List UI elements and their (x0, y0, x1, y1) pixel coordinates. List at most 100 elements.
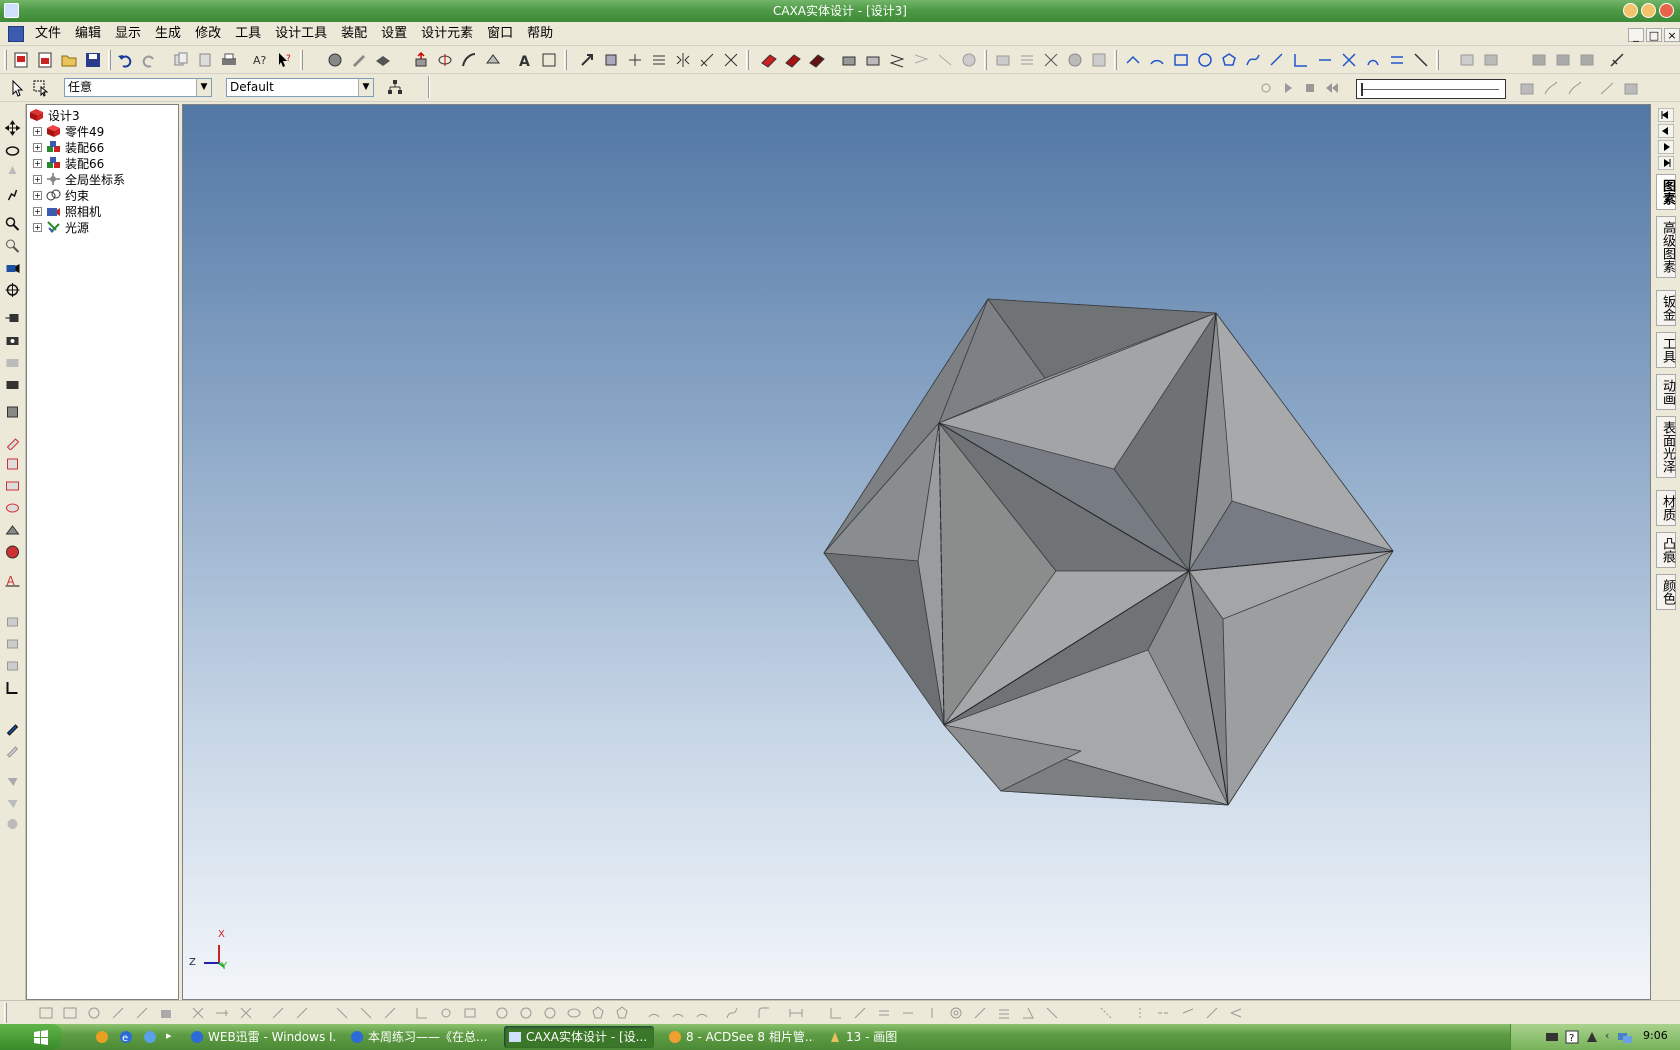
doc-close-button[interactable]: × (1664, 28, 1680, 42)
line-icon[interactable] (334, 1005, 350, 1021)
menu-edit[interactable]: 编辑 (68, 22, 108, 46)
snap-icon[interactable] (62, 1005, 78, 1021)
expand-icon[interactable]: + (33, 190, 42, 200)
tree-node-assembly[interactable]: + 装配66 (27, 139, 104, 155)
scroll-down-icon[interactable] (1658, 140, 1674, 154)
tab-sheet-metal[interactable]: 钣金 (1656, 290, 1676, 326)
split-icon[interactable] (864, 51, 882, 69)
tangent-2d-icon[interactable] (852, 1005, 868, 1021)
vertical-icon[interactable] (924, 1005, 940, 1021)
loft-icon[interactable] (484, 51, 502, 69)
divide-icon[interactable] (214, 1005, 230, 1021)
bspline-icon[interactable] (724, 1005, 740, 1021)
document-icon[interactable] (8, 25, 24, 42)
sketch-constraint-icon[interactable] (1412, 51, 1430, 69)
extend-2d-icon[interactable] (1228, 1005, 1244, 1021)
tab-surface-finish[interactable]: 表面光泽 (1656, 416, 1676, 478)
tab-animation[interactable]: 动画 (1656, 374, 1676, 410)
scroll-up-icon[interactable] (1658, 124, 1674, 138)
start-button[interactable] (0, 1024, 62, 1050)
maximize-button[interactable] (1641, 3, 1656, 18)
sketch-stack-icon[interactable] (158, 1005, 174, 1021)
expand-icon[interactable]: + (33, 222, 42, 232)
view-back-icon[interactable] (1018, 51, 1036, 69)
section-sphere-icon[interactable] (4, 544, 21, 560)
tray-expand-icon[interactable]: ‹ (1605, 1029, 1609, 1042)
pointer-arrow-icon[interactable] (578, 51, 596, 69)
open-icon[interactable] (60, 51, 78, 69)
rectangle-icon[interactable] (462, 1005, 478, 1021)
minimize-button[interactable] (1623, 3, 1638, 18)
record-icon[interactable] (1258, 80, 1274, 96)
taskbar-item[interactable]: 13 - 画图 (824, 1026, 974, 1048)
keyboard-icon[interactable] (1545, 1030, 1559, 1044)
menu-help[interactable]: 帮助 (520, 22, 560, 46)
union-icon[interactable] (912, 51, 930, 69)
face-draft-icon[interactable] (840, 51, 858, 69)
network-icon[interactable] (1617, 1029, 1633, 1045)
quicklaunch-app-icon[interactable] (94, 1029, 110, 1045)
expand-icon[interactable]: + (33, 158, 42, 168)
perpendicular-icon[interactable] (382, 1005, 398, 1021)
section-plane-icon[interactable] (4, 456, 21, 472)
redo-icon[interactable] (140, 51, 158, 69)
print-icon[interactable] (220, 51, 238, 69)
menu-file[interactable]: 文件 (28, 22, 68, 46)
style-dropdown[interactable]: Default ▼ (226, 78, 374, 97)
view-top-icon[interactable] (1042, 51, 1060, 69)
polygon-icon[interactable] (590, 1005, 606, 1021)
trim-2d-icon[interactable] (1204, 1005, 1220, 1021)
wireframe-icon[interactable] (1554, 51, 1572, 69)
tree-node-constraint[interactable]: + 约束 (27, 187, 89, 203)
polygon-tangent-icon[interactable] (614, 1005, 630, 1021)
quicklaunch-more-icon[interactable]: ▸ (166, 1029, 172, 1042)
sketch-polygon-icon[interactable] (1220, 51, 1238, 69)
animation-smart-icon[interactable] (1622, 80, 1640, 98)
undo-icon[interactable] (116, 51, 134, 69)
tab-advanced-primitives[interactable]: 高级图素 (1656, 216, 1676, 278)
boolean-icon[interactable] (960, 51, 978, 69)
expand-icon[interactable]: + (33, 206, 42, 216)
taskbar-item[interactable]: 8 - ACDSee 8 相片管... (664, 1026, 814, 1048)
cross-icon[interactable] (238, 1005, 254, 1021)
help-icon[interactable]: ? (1565, 1030, 1579, 1044)
view-point-icon[interactable] (4, 282, 21, 298)
arc-center-icon[interactable] (694, 1005, 710, 1021)
walk-icon[interactable] (4, 186, 21, 202)
tray-app-icon[interactable] (1585, 1030, 1599, 1044)
layer-off-icon[interactable] (4, 658, 21, 674)
ie-icon[interactable]: e (118, 1029, 134, 1045)
animation-slider[interactable] (1356, 79, 1506, 99)
play-icon[interactable] (1280, 80, 1296, 96)
menu-window[interactable]: 窗口 (480, 22, 520, 46)
rotate-2d-icon[interactable] (86, 1005, 102, 1021)
selection-filter-dropdown[interactable]: 任意 ▼ (64, 78, 212, 97)
camera-icon[interactable] (4, 332, 21, 348)
delete-icon[interactable] (190, 1005, 206, 1021)
extrude-icon[interactable] (412, 51, 430, 69)
circle-2pt-icon[interactable] (518, 1005, 534, 1021)
expand-icon[interactable]: + (33, 142, 42, 152)
section-icon[interactable] (4, 434, 21, 450)
catalog-icon[interactable] (374, 51, 392, 69)
section-box-icon[interactable] (4, 478, 21, 494)
light-tool-icon[interactable] (4, 772, 21, 788)
offset-2d-icon[interactable] (1180, 1005, 1196, 1021)
look-at-icon[interactable] (4, 260, 21, 276)
spot-light-icon[interactable] (4, 794, 21, 810)
tree-node-coordinate-system[interactable]: + 全局坐标系 (27, 171, 125, 187)
subtract-icon[interactable] (936, 51, 954, 69)
sketch-tools-icon[interactable] (110, 1005, 126, 1021)
smart-dimension-icon[interactable] (540, 51, 558, 69)
chamfer-icon[interactable] (784, 51, 802, 69)
tab-material[interactable]: 材质 (1656, 490, 1676, 526)
menu-view[interactable]: 显示 (108, 22, 148, 46)
camera-target-icon[interactable] (4, 354, 21, 370)
centerline-icon[interactable] (1156, 1005, 1172, 1021)
fillet-icon[interactable] (760, 51, 778, 69)
copy-icon[interactable] (172, 51, 190, 69)
expand-icon[interactable]: + (33, 126, 42, 136)
tree-node-light[interactable]: + 光源 (27, 219, 89, 235)
chevron-down-icon[interactable]: ▼ (358, 79, 373, 96)
scroll-last-icon[interactable] (1658, 156, 1674, 170)
